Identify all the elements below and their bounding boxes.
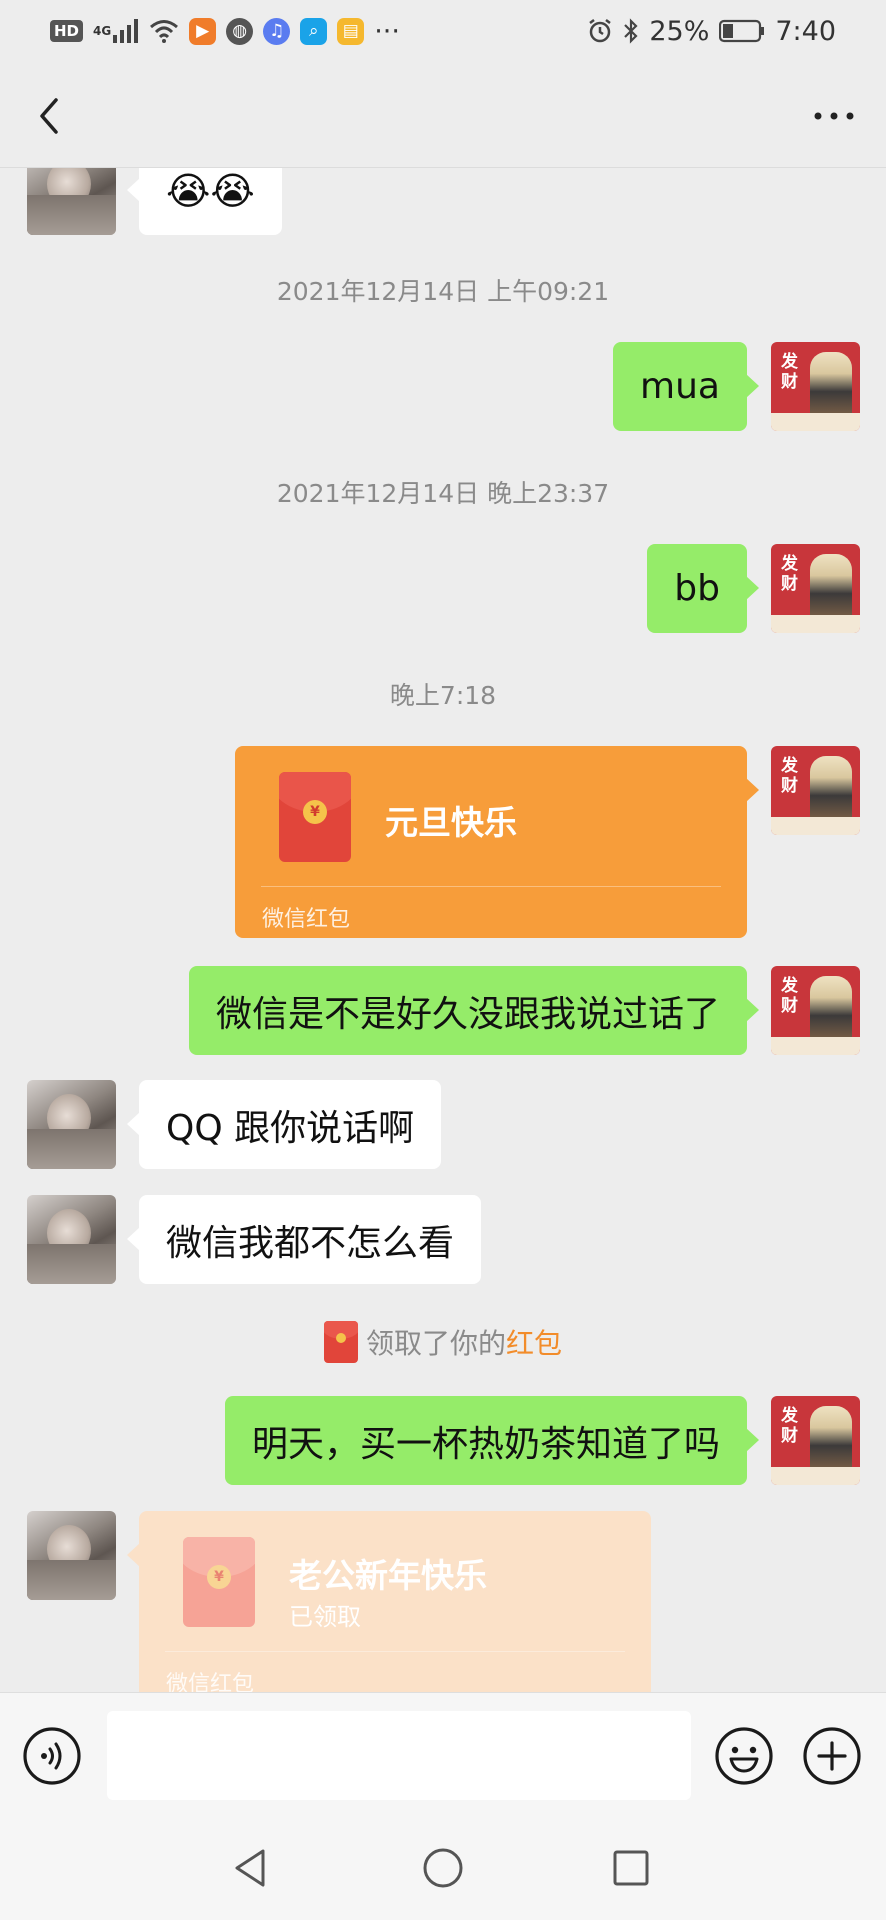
nav-back-icon [235,1849,265,1887]
red-envelope-icon: ¥ [279,772,351,862]
outgoing-message[interactable]: 明天，买一杯热奶茶知道了吗 [224,1396,760,1485]
red-packet-message[interactable]: ¥ 元旦快乐 微信红包 [235,746,759,938]
search-app-icon: ⌕ [300,17,328,45]
nav-recents-button[interactable] [606,1843,656,1893]
message-timestamp: 2021年12月14日 上午09:21 [276,277,610,306]
more-button[interactable] [804,86,864,146]
chat-input-bar [0,1692,886,1817]
clock: 7:40 [775,15,836,47]
red-packet-divider [165,1651,625,1652]
red-packet-label: 微信红包 [262,907,351,932]
red-packet-title: 老公新年快乐 [289,1556,487,1595]
plus-circle-icon [803,1727,861,1785]
red-envelope-icon [323,1321,358,1363]
contact-avatar[interactable] [27,1080,116,1169]
outgoing-message[interactable]: 微信是不是好久没跟我说过话了 [188,966,760,1055]
red-packet-label: 微信红包 [166,1672,255,1692]
red-packet-status: 已领取 [289,1603,361,1631]
incoming-message[interactable]: 😭😭 [127,168,282,235]
bluetooth-icon [623,18,639,44]
video-app-icon: ▶ [189,17,217,45]
status-bar-left: HD 4G ▶ ◍ ♫ ⌕ ▤ ··· [50,16,400,47]
my-avatar[interactable]: 发财 [771,544,860,633]
battery-percent: 25% [649,15,710,47]
emoji-icon [715,1727,773,1785]
browser-app-icon: ◍ [226,17,254,45]
system-notice-text: 领取了你的 [365,1327,506,1360]
chat-message-list[interactable]: 😭😭 2021年12月14日 上午09:21 mua 发财 2021年12月14… [0,168,886,1692]
system-notice-link[interactable]: 红包 [506,1327,562,1360]
incoming-message[interactable]: QQ 跟你说话啊 [126,1080,442,1169]
notes-app-icon: ▤ [337,17,365,45]
system-nav-bar [0,1817,886,1920]
nav-home-icon [423,1848,463,1888]
hd-badge: HD [50,20,84,42]
back-button[interactable] [22,86,82,146]
status-bar: HD 4G ▶ ◍ ♫ ⌕ ▤ ··· 25% 7:40 [0,0,886,62]
signal-icon: 4G [93,19,139,43]
red-packet-message-received[interactable]: ¥ 老公新年快乐 已领取 微信红包 [127,1511,651,1692]
nav-back-button[interactable] [227,1843,277,1893]
outgoing-message[interactable]: mua [613,342,759,431]
wifi-icon [149,19,179,43]
chat-header [0,62,886,168]
contact-avatar[interactable] [27,1195,116,1284]
coin-symbol: ¥ [207,1565,231,1589]
nav-home-button[interactable] [418,1843,468,1893]
status-more: ··· [374,15,400,47]
hd-icon: HD [50,20,84,42]
message-input[interactable] [107,1711,691,1800]
red-packet-title: 元旦快乐 [385,803,517,842]
status-bar-right: 25% 7:40 [587,16,836,47]
more-functions-button[interactable] [802,1726,862,1786]
emoji-button[interactable] [714,1726,774,1786]
voice-button[interactable] [22,1726,82,1786]
nav-recents-icon [613,1850,649,1886]
my-avatar[interactable]: 发财 [771,342,860,431]
contact-avatar[interactable] [27,168,116,235]
red-envelope-icon: ¥ [183,1537,255,1627]
my-avatar[interactable]: 发财 [771,966,860,1055]
message-timestamp: 2021年12月14日 晚上23:37 [276,479,610,508]
my-avatar[interactable]: 发财 [771,1396,860,1485]
my-avatar[interactable]: 发财 [771,746,860,835]
coin-symbol: ¥ [303,800,327,824]
alarm-icon [587,18,613,44]
battery-icon [719,19,765,43]
chevron-left-icon [40,98,58,134]
message-timestamp: 晚上7:18 [389,681,497,710]
incoming-message[interactable]: 微信我都不怎么看 [126,1195,482,1284]
more-horizontal-icon [814,112,854,120]
signal-type: 4G [93,24,112,38]
red-packet-divider [261,886,721,887]
outgoing-message[interactable]: bb [647,544,759,633]
contact-avatar[interactable] [27,1511,116,1600]
voice-icon [23,1727,81,1785]
music-app-icon: ♫ [263,17,291,45]
system-notice: 领取了你的红包 [0,1321,886,1363]
